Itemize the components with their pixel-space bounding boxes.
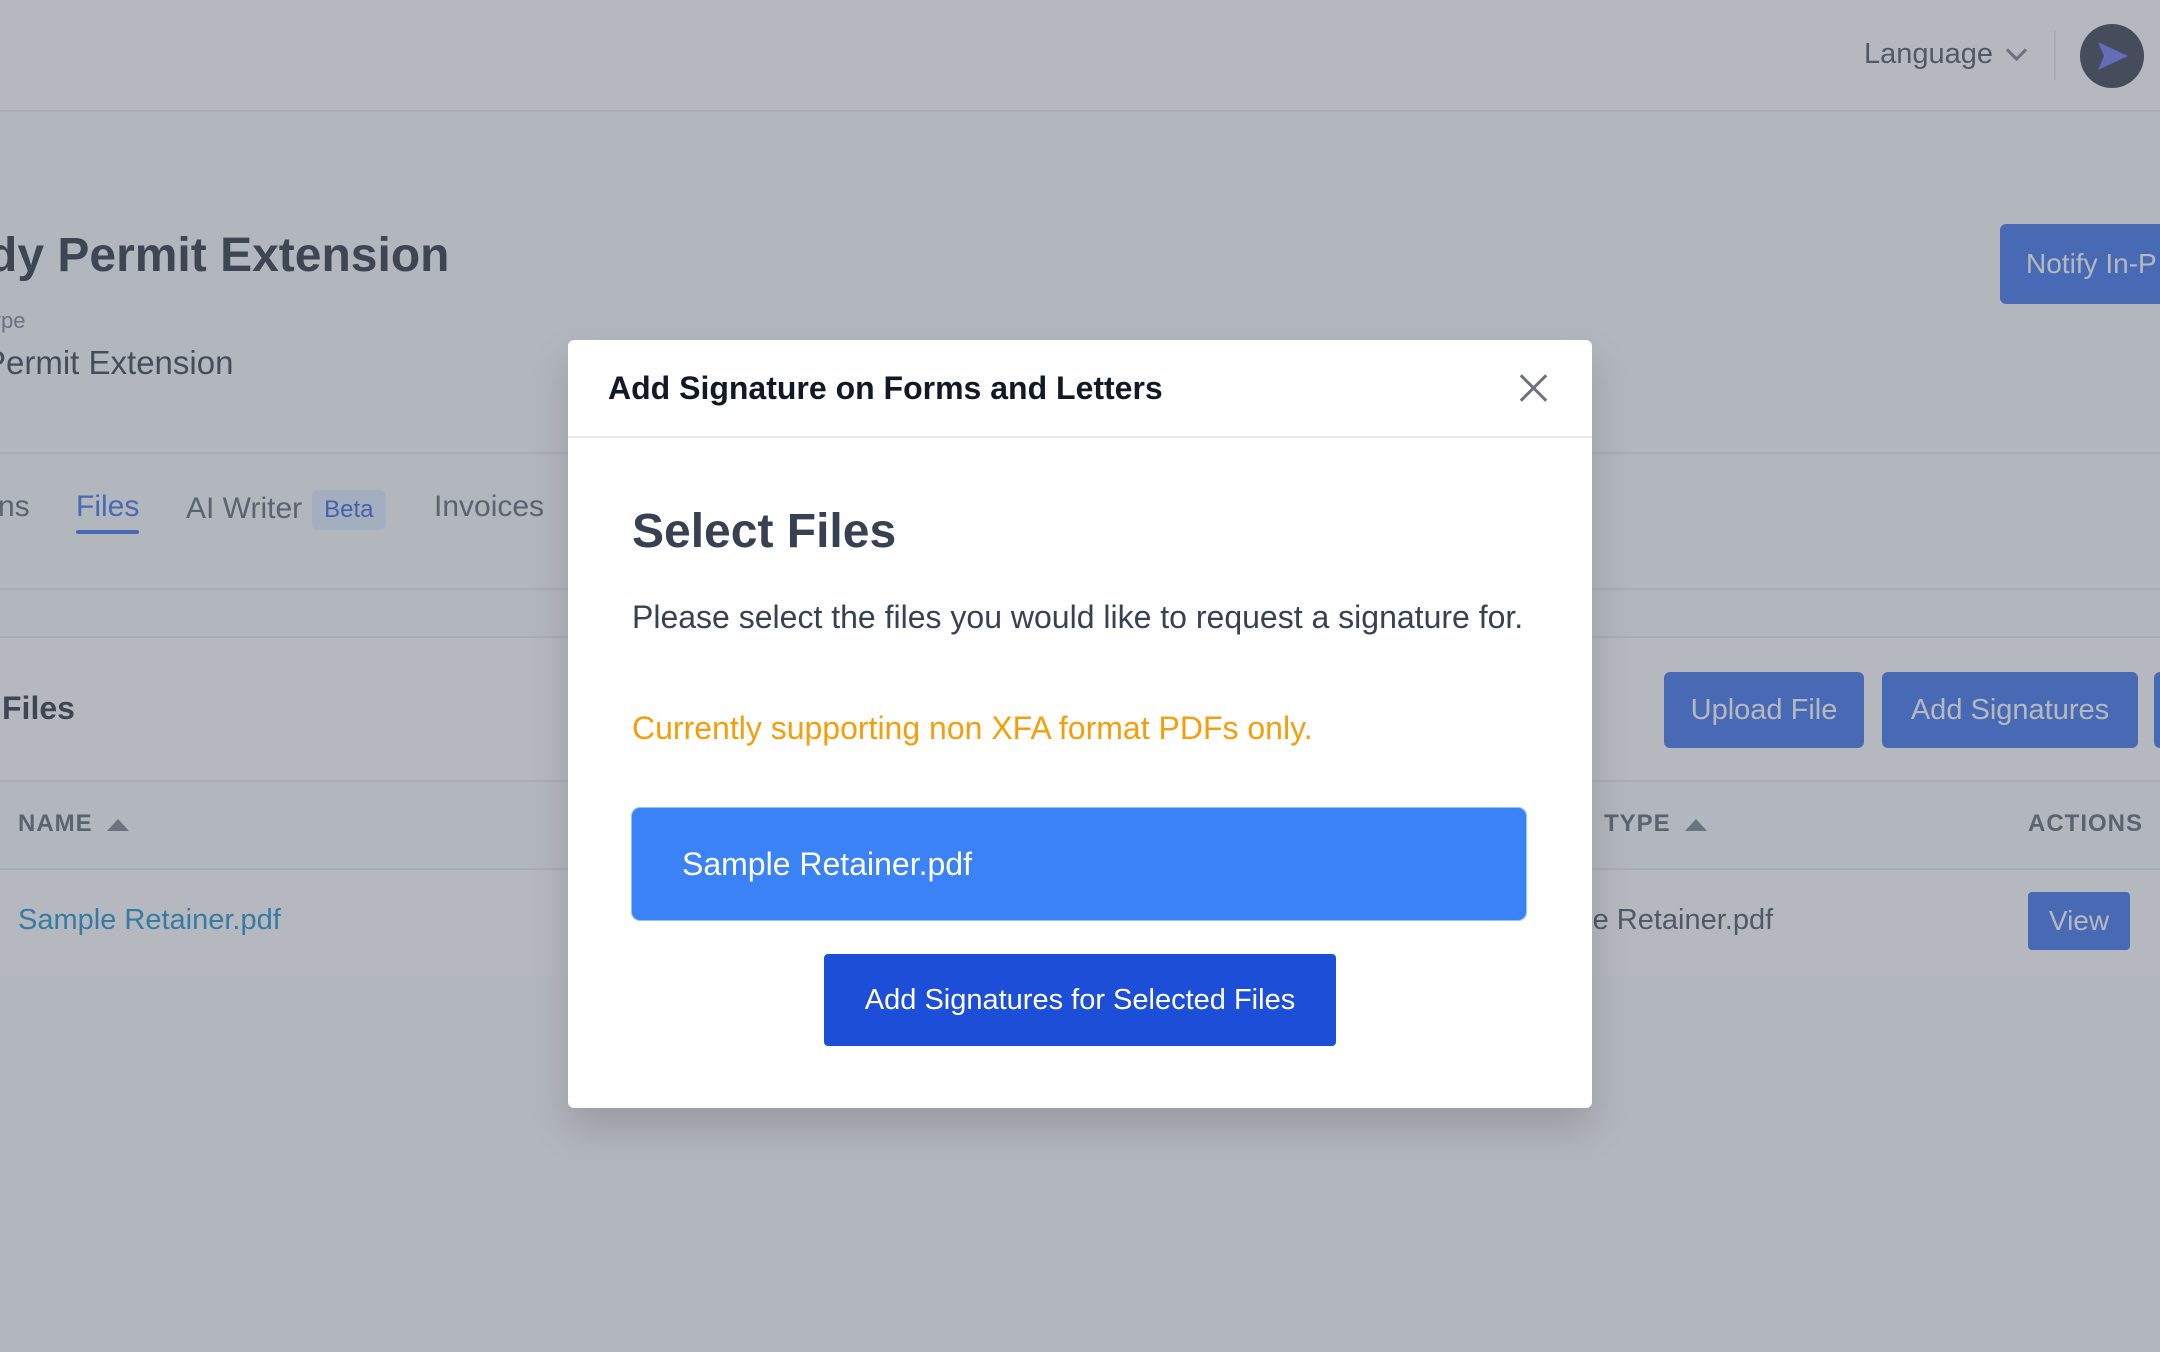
modal-title: Add Signature on Forms and Letters xyxy=(608,370,1163,406)
add-signature-modal: Add Signature on Forms and Letters Selec… xyxy=(568,340,1592,1108)
add-signatures-selected-button[interactable]: Add Signatures for Selected Files xyxy=(824,954,1336,1046)
close-icon[interactable] xyxy=(1514,368,1554,408)
file-option-selected[interactable]: Sample Retainer.pdf xyxy=(632,808,1526,920)
modal-header: Add Signature on Forms and Letters xyxy=(568,340,1592,438)
file-option-label: Sample Retainer.pdf xyxy=(682,845,972,882)
select-files-description: Please select the files you would like t… xyxy=(632,599,1524,635)
case-files-page: Language dy Permit Extension ype Permit … xyxy=(0,0,2160,1352)
select-files-heading: Select Files xyxy=(632,505,897,558)
format-warning: Currently supporting non XFA format PDFs… xyxy=(632,710,1313,746)
